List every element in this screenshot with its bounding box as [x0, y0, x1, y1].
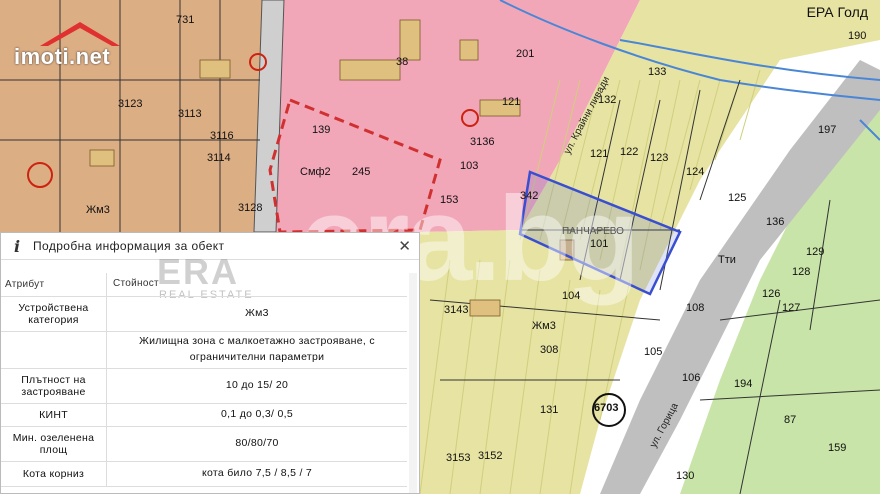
brand-badge: ЕРА Голд — [806, 4, 868, 20]
parcel-label: 126 — [762, 288, 781, 300]
parcel-label: 121 — [502, 96, 521, 108]
table-row: Жилищна зона с малкоетажно застрояване, … — [1, 331, 407, 369]
parcel-label: 124 — [686, 166, 705, 178]
parcel-label: 201 — [516, 48, 535, 60]
col-val-header: Стойност — [113, 278, 159, 289]
parcel-label: 130 — [676, 470, 695, 482]
val-cell: Жилищна зона с малкоетажно застрояване, … — [139, 335, 375, 363]
parcel-label: 136 — [766, 216, 785, 228]
parcel-label: 3123 — [118, 98, 143, 110]
table-row: Плътност на застрояване 10 до 15/ 20 — [1, 368, 407, 404]
locality-label: ПАНЧАРЕВО — [562, 226, 624, 237]
parcel-label: 194 — [734, 378, 753, 390]
val-cell: 10 до 15/ 20 — [225, 378, 289, 391]
val-cell: Жм3 — [245, 306, 269, 319]
parcel-label: 342 — [520, 190, 539, 202]
parcel-label: 133 — [648, 66, 667, 78]
parcel-label: 153 — [440, 194, 459, 206]
val-cell: 0,1 до 0,3/ 0,5 — [221, 407, 293, 420]
table-row: КИНТ 0,1 до 0,3/ 0,5 — [1, 403, 407, 427]
val-cell: кота било 7,5 / 8,5 / 7 — [201, 466, 313, 479]
parcel-label: 245 — [352, 166, 371, 178]
val-cell: 80/80/70 — [235, 436, 279, 449]
parcel-label: 3116 — [210, 130, 234, 142]
close-icon[interactable]: ✕ — [398, 237, 411, 255]
parcel-label: 106 — [682, 372, 701, 384]
parcel-label: 308 — [540, 344, 559, 356]
parcel-label: 101 — [590, 238, 609, 250]
parcel-label: 123 — [650, 152, 669, 164]
parcel-label: 38 — [396, 56, 409, 68]
parcel-label: 3153 — [446, 452, 471, 464]
attribute-table[interactable]: Атрибут Стойност Устройствена категория … — [1, 273, 407, 487]
parcel-label: 131 — [540, 404, 559, 416]
attr-cell: Устройствена категория — [1, 296, 107, 331]
table-row: Кота корниз кота било 7,5 / 8,5 / 7 — [1, 461, 407, 487]
table-row: Мин. озеленена площ 80/80/70 — [1, 426, 407, 462]
parcel-label: 103 — [460, 160, 479, 172]
parcel-label: 190 — [848, 30, 867, 42]
attr-cell — [1, 331, 107, 368]
parcel-label: 104 — [562, 290, 581, 302]
attr-cell: КИНТ — [1, 403, 107, 426]
parcel-label: 197 — [818, 124, 837, 136]
parcel-label: 128 — [792, 266, 811, 278]
parcel-label: 3152 — [478, 450, 503, 462]
zone-label: Смф2 — [300, 166, 331, 178]
parcel-label: 121 — [590, 148, 609, 160]
parcel-label: 3128 — [238, 202, 263, 214]
object-info-panel: i Подробна информация за обект ✕ ERA REA… — [0, 232, 420, 494]
info-icon: i — [13, 236, 21, 256]
logo[interactable]: imoti.net — [14, 44, 110, 70]
parcel-label: 139 — [312, 124, 331, 136]
parcel-label: 3136 — [470, 136, 495, 148]
parcel-label: 127 — [782, 302, 801, 314]
panel-scrollbar[interactable] — [409, 273, 417, 493]
parcel-label: 3143 — [444, 304, 469, 316]
parcel-label: 159 — [828, 442, 847, 454]
attr-cell: Кота корниз — [1, 461, 107, 486]
parcel-label: 3114 — [207, 152, 231, 164]
table-row: Устройствена категория Жм3 — [1, 296, 407, 332]
parcel-label: 731 — [176, 14, 195, 26]
attr-cell: Мин. озеленена площ — [1, 426, 107, 461]
parcel-label: 3113 — [178, 108, 202, 120]
attr-cell: Плътност на застрояване — [1, 368, 107, 403]
table-header: Атрибут Стойност — [1, 273, 407, 297]
zone-label: Тти — [718, 254, 736, 266]
zone-label: Жм3 — [532, 320, 556, 332]
col-attr-header: Атрибут — [1, 273, 107, 296]
parcel-label: 105 — [644, 346, 663, 358]
parcel-label: 129 — [806, 246, 825, 258]
parcel-label: 122 — [620, 146, 639, 158]
zone-label: Жм3 — [86, 204, 110, 216]
parcel-label: 87 — [784, 414, 797, 426]
parcel-label: 125 — [728, 192, 747, 204]
parcel-label: 108 — [686, 302, 705, 314]
marker-6703-label: 6703 — [594, 402, 619, 414]
